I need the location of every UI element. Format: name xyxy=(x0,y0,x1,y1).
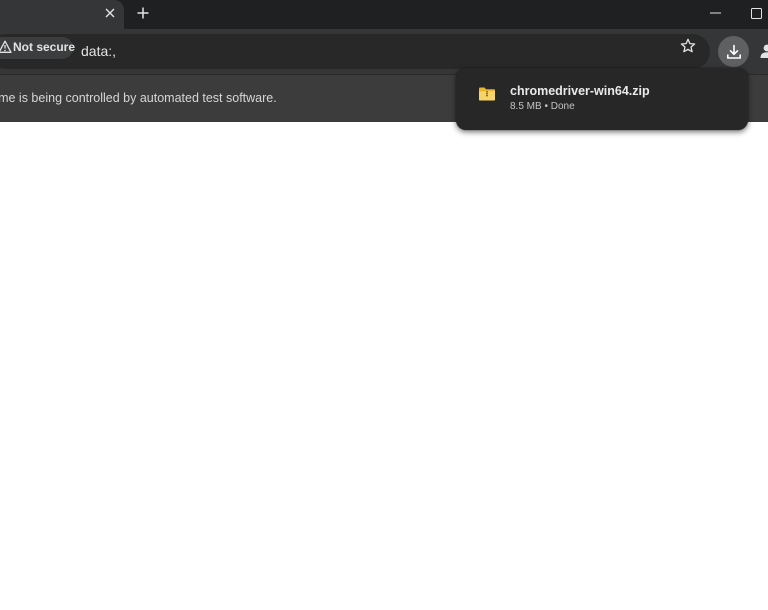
warning-icon xyxy=(0,40,12,53)
tab-strip xyxy=(0,0,768,29)
maximize-icon xyxy=(750,7,762,19)
browser-window: data:, Not secure Chrome is being contro… xyxy=(0,0,768,610)
minimize-icon xyxy=(709,12,721,14)
download-icon xyxy=(726,44,741,59)
star-icon xyxy=(680,38,696,53)
download-item[interactable]: chromedriver-win64.zip 8.5 MB • Done xyxy=(456,68,748,130)
address-bar[interactable]: data:, xyxy=(0,34,710,69)
maximize-button[interactable] xyxy=(745,2,767,24)
close-icon[interactable] xyxy=(99,2,121,24)
plus-icon xyxy=(137,7,149,19)
new-tab-button[interactable] xyxy=(132,2,154,24)
profile-button[interactable] xyxy=(756,40,768,62)
active-tab[interactable] xyxy=(0,0,124,29)
download-status: 8.5 MB • Done xyxy=(510,101,575,112)
zip-folder-icon xyxy=(479,87,495,101)
download-file-name[interactable]: chromedriver-win64.zip xyxy=(510,84,650,98)
downloads-button[interactable] xyxy=(718,36,749,67)
infobar-message: Chrome is being controlled by automated … xyxy=(0,91,277,105)
profile-icon xyxy=(760,44,768,58)
bookmark-star-button[interactable] xyxy=(676,34,700,58)
minimize-button[interactable] xyxy=(704,2,726,24)
download-bubble: chromedriver-win64.zip 8.5 MB • Done xyxy=(456,68,748,130)
url-text[interactable]: data:, xyxy=(81,43,116,59)
page-content xyxy=(0,122,768,610)
security-label: Not secure xyxy=(13,40,76,54)
security-chip[interactable]: Not secure xyxy=(0,37,76,59)
